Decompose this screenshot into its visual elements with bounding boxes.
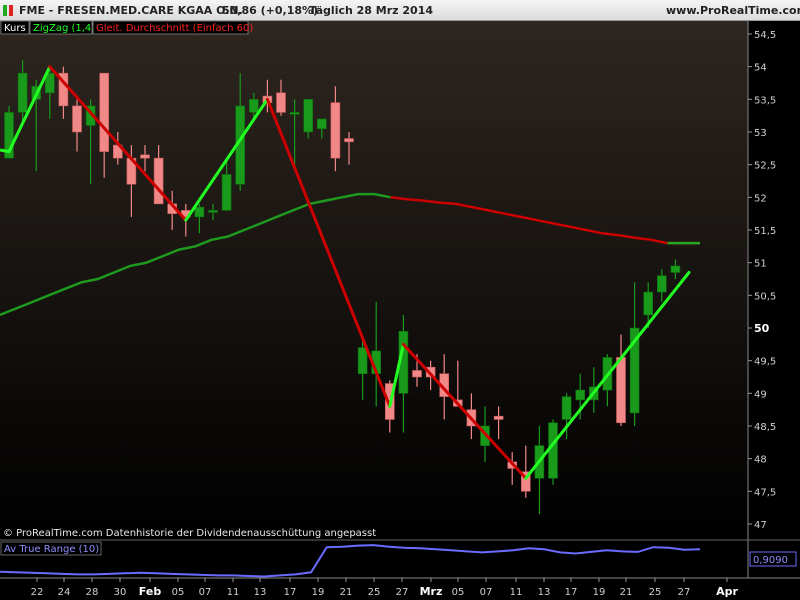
candle-body — [643, 291, 654, 316]
legend-ma: Gleit. Durchschnitt (Einfach 60) — [96, 23, 253, 34]
price-chart: 54,5 54 53,5 53 52,5 52 51,5 51 50,5 50 49,5 49 48,5… — [0, 20, 800, 598]
x-tick-label: 05 — [172, 587, 185, 598]
y-tick-label: 51,5 — [754, 226, 776, 237]
candle-body — [670, 265, 681, 273]
candle-body — [616, 357, 626, 424]
x-tick-label: 21 — [620, 587, 633, 598]
x-tick-label: Feb — [139, 585, 162, 598]
y-axis-ticks: 54,5 54 53,5 53 52,5 52 51,5 51 50,5 50 49,5 49 48,5… — [748, 30, 776, 531]
y-tick-label: 53 — [754, 128, 767, 139]
candle-body — [561, 396, 572, 420]
x-tick-label: 11 — [510, 587, 523, 598]
x-tick-label: 19 — [312, 587, 325, 598]
x-axis-ticks: 22 24 28 30 Feb 05 07 11 13 17 19 21 25 27 Mrz 05 07 11 13… — [31, 578, 738, 598]
candle-body — [357, 347, 368, 375]
y-tick-label: 53,5 — [754, 95, 776, 106]
candle-body — [153, 157, 164, 205]
x-tick-label: 05 — [452, 587, 465, 598]
candle-body — [575, 389, 586, 401]
candle-body — [493, 415, 504, 420]
x-tick-label: Apr — [716, 585, 738, 598]
y-tick-label: 50 — [754, 322, 770, 335]
y-tick-label: 48,5 — [754, 422, 776, 433]
candle-body — [344, 138, 354, 143]
candle-body — [412, 370, 422, 378]
legend-kurs: Kurs — [4, 23, 26, 34]
x-tick-label: 25 — [368, 587, 381, 598]
candle-body — [194, 206, 205, 218]
x-tick-label: 27 — [678, 587, 691, 598]
x-tick-label: 17 — [284, 587, 297, 598]
x-tick-label: 11 — [227, 587, 240, 598]
y-tick-label: 47,5 — [754, 487, 776, 498]
legend: Kurs ZigZag (1,4) Gleit. Durchschnitt (E… — [0, 20, 253, 35]
x-tick-label: 30 — [114, 587, 127, 598]
x-tick-label: 27 — [396, 587, 409, 598]
candle-body — [99, 72, 109, 152]
candle-body — [140, 154, 150, 159]
price-panel-background — [0, 21, 748, 539]
y-tick-label: 52 — [754, 193, 767, 204]
y-tick-label: 50,5 — [754, 291, 776, 302]
x-tick-label: 13 — [254, 587, 267, 598]
candle-body — [316, 118, 327, 130]
x-tick-label: 13 — [538, 587, 551, 598]
candle-body — [289, 112, 300, 115]
y-tick-label: 52,5 — [754, 161, 776, 172]
candle-body — [656, 275, 667, 293]
x-tick-label: 24 — [58, 587, 71, 598]
x-tick-label: 28 — [86, 587, 99, 598]
footer-note: © ProRealTime.com Datenhistorie der Divi… — [3, 528, 376, 539]
y-tick-label: 49,5 — [754, 357, 776, 368]
y-tick-label: 54,5 — [754, 30, 776, 41]
candle-body — [276, 92, 286, 113]
legend-zigzag: ZigZag (1,4) — [33, 23, 95, 34]
x-tick-label: 25 — [649, 587, 662, 598]
x-tick-label: 07 — [480, 587, 493, 598]
atr-value: 0,9090 — [753, 555, 788, 566]
x-tick-label: 17 — [565, 587, 578, 598]
candle-body — [249, 99, 259, 113]
atr-panel-background — [0, 541, 748, 577]
y-tick-label: 47 — [754, 520, 767, 531]
y-tick-label: 48 — [754, 455, 767, 466]
x-tick-label: 21 — [340, 587, 353, 598]
candle-body — [548, 422, 558, 479]
x-tick-label: 22 — [31, 587, 44, 598]
x-tick-label: 07 — [199, 587, 212, 598]
candle-body — [221, 174, 232, 211]
candle-body — [303, 99, 314, 133]
x-tick-label: Mrz — [420, 585, 443, 598]
y-tick-label: 49 — [754, 389, 767, 400]
y-tick-label: 54 — [754, 63, 767, 74]
x-tick-label: 19 — [593, 587, 606, 598]
candle-body — [208, 210, 218, 213]
candle-body — [330, 102, 341, 159]
atr-label: Av True Range (10) — [4, 544, 99, 555]
candle-body — [17, 72, 28, 113]
y-tick-label: 51 — [754, 259, 767, 270]
candle-body — [72, 105, 82, 133]
